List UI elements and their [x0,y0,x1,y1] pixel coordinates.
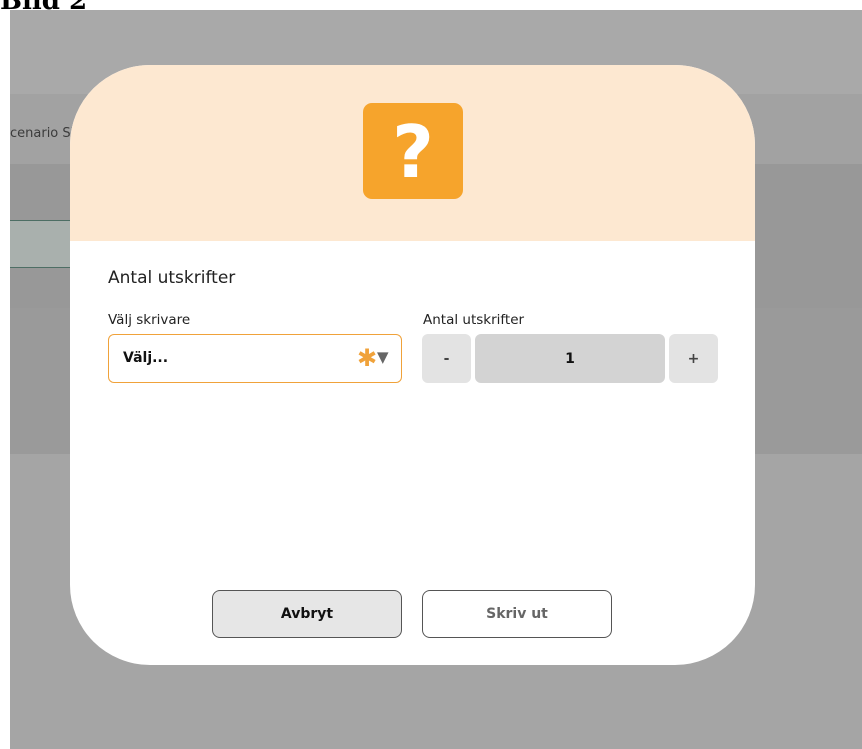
increment-button[interactable]: + [669,334,718,383]
printer-select[interactable]: Välj... ✱ ▼ [108,334,402,383]
printer-label: Välj skrivare [108,312,191,328]
question-mark-glyph: ? [392,110,434,194]
printer-select-value: Välj... [123,350,169,366]
chevron-down-icon: ▼ [377,348,389,366]
copies-label: Antal utskrifter [423,312,525,328]
dialog-header: ? [70,65,755,241]
decrement-button[interactable]: - [422,334,471,383]
copies-value[interactable]: 1 [475,334,665,383]
dialog-title: Antal utskrifter [108,268,236,288]
question-mark-icon: ? [363,103,463,199]
print-dialog: ? Antal utskrifter Välj skrivare Välj...… [70,65,755,665]
required-asterisk-icon: ✱ [357,344,378,372]
cancel-button[interactable]: Avbryt [212,590,402,638]
print-button[interactable]: Skriv ut [422,590,612,638]
